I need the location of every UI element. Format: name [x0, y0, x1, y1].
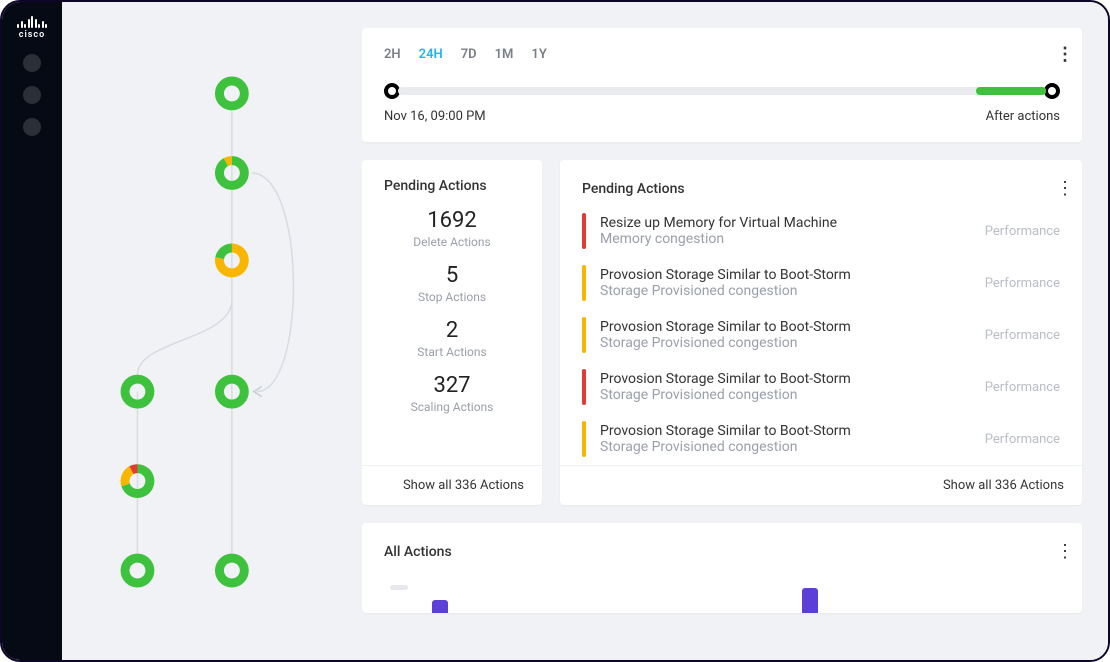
all-actions-card: All Actions	[362, 523, 1082, 613]
time-tab-24h[interactable]: 24H	[419, 47, 443, 62]
tree-node[interactable]	[219, 81, 244, 106]
action-category: Performance	[985, 276, 1060, 291]
pending-stat: 1692 Delete Actions	[362, 208, 542, 249]
action-title: Provosion Storage Similar to Boot-Storm	[600, 423, 971, 439]
show-all-actions-link[interactable]: Show all 336 Actions	[362, 465, 542, 505]
card-title: Pending Actions	[582, 181, 685, 197]
action-text: Resize up Memory for Virtual MachineMemo…	[600, 215, 971, 247]
time-range-tabs: 2H 24H 7D 1M 1Y	[384, 44, 1060, 65]
slider-fill	[976, 87, 1046, 95]
stat-value: 327	[362, 373, 542, 398]
action-title: Provosion Storage Similar to Boot-Storm	[600, 267, 971, 283]
nav-item-2[interactable]	[23, 86, 41, 104]
stat-label: Stop Actions	[362, 290, 542, 304]
action-title: Resize up Memory for Virtual Machine	[600, 215, 971, 231]
pending-actions-list-card: Pending Actions Resize up Memory for Vir…	[560, 160, 1082, 505]
time-tab-2h[interactable]: 2H	[384, 47, 401, 62]
action-subtitle: Storage Provisioned congestion	[600, 283, 971, 299]
pending-action-row[interactable]: Provosion Storage Similar to Boot-StormS…	[560, 413, 1082, 465]
time-range-card: 2H 24H 7D 1M 1Y Nov 16, 09:00 PM After actio…	[362, 28, 1082, 142]
tree-node[interactable]	[125, 558, 150, 583]
sidebar: cisco	[2, 2, 62, 660]
stat-value: 2	[362, 318, 542, 343]
action-text: Provosion Storage Similar to Boot-StormS…	[600, 423, 971, 455]
stat-label: Delete Actions	[362, 235, 542, 249]
action-text: Provosion Storage Similar to Boot-StormS…	[600, 267, 971, 299]
show-all-actions-link[interactable]: Show all 336 Actions	[560, 465, 1082, 505]
action-title: Provosion Storage Similar to Boot-Storm	[600, 371, 971, 387]
severity-indicator	[582, 369, 586, 405]
severity-indicator	[582, 213, 586, 249]
pending-stat: 327 Scaling Actions	[362, 373, 542, 414]
action-subtitle: Memory congestion	[600, 231, 971, 247]
time-tab-1m[interactable]: 1M	[495, 47, 514, 62]
time-slider[interactable]	[384, 83, 1060, 99]
tree-node[interactable]	[219, 558, 244, 583]
pending-action-row[interactable]: Provosion Storage Similar to Boot-StormS…	[560, 257, 1082, 309]
card-title: All Actions	[384, 544, 452, 560]
card-title: Pending Actions	[362, 178, 542, 194]
logo-text: cisco	[19, 30, 45, 40]
slider-track[interactable]	[398, 87, 1046, 95]
severity-indicator	[582, 265, 586, 301]
pending-actions-summary-card: Pending Actions 1692 Delete Actions 5 Stop …	[362, 160, 542, 505]
slider-end-label: After actions	[986, 109, 1060, 124]
stat-value: 5	[362, 263, 542, 288]
action-subtitle: Storage Provisioned congestion	[600, 439, 971, 455]
pending-action-row[interactable]: Provosion Storage Similar to Boot-StormS…	[560, 361, 1082, 413]
more-icon[interactable]	[1056, 541, 1060, 562]
severity-indicator	[582, 317, 586, 353]
action-subtitle: Storage Provisioned congestion	[600, 335, 971, 351]
pending-action-row[interactable]: Provosion Storage Similar to Boot-StormS…	[560, 309, 1082, 361]
pending-stat: 2 Start Actions	[362, 318, 542, 359]
pending-stat: 5 Stop Actions	[362, 263, 542, 304]
more-icon[interactable]	[1056, 44, 1060, 65]
action-subtitle: Storage Provisioned congestion	[600, 387, 971, 403]
action-category: Performance	[985, 432, 1060, 447]
stat-label: Start Actions	[362, 345, 542, 359]
nav-item-3[interactable]	[23, 118, 41, 136]
supply-chain-tree	[62, 2, 362, 660]
time-tab-7d[interactable]: 7D	[461, 47, 477, 62]
nav-item-1[interactable]	[23, 54, 41, 72]
action-text: Provosion Storage Similar to Boot-StormS…	[600, 319, 971, 351]
pending-action-row[interactable]: Resize up Memory for Virtual MachineMemo…	[560, 205, 1082, 257]
slider-start-label: Nov 16, 09:00 PM	[384, 109, 486, 124]
time-tab-1y[interactable]: 1Y	[531, 47, 546, 62]
action-category: Performance	[985, 328, 1060, 343]
action-text: Provosion Storage Similar to Boot-StormS…	[600, 371, 971, 403]
more-icon[interactable]	[1056, 178, 1060, 199]
action-category: Performance	[985, 224, 1060, 239]
action-title: Provosion Storage Similar to Boot-Storm	[600, 319, 971, 335]
severity-indicator	[582, 421, 586, 457]
stat-value: 1692	[362, 208, 542, 233]
all-actions-chart	[384, 570, 1060, 613]
action-category: Performance	[985, 380, 1060, 395]
cisco-logo: cisco	[17, 16, 47, 40]
slider-handle-end[interactable]	[1044, 83, 1060, 99]
stat-label: Scaling Actions	[362, 400, 542, 414]
